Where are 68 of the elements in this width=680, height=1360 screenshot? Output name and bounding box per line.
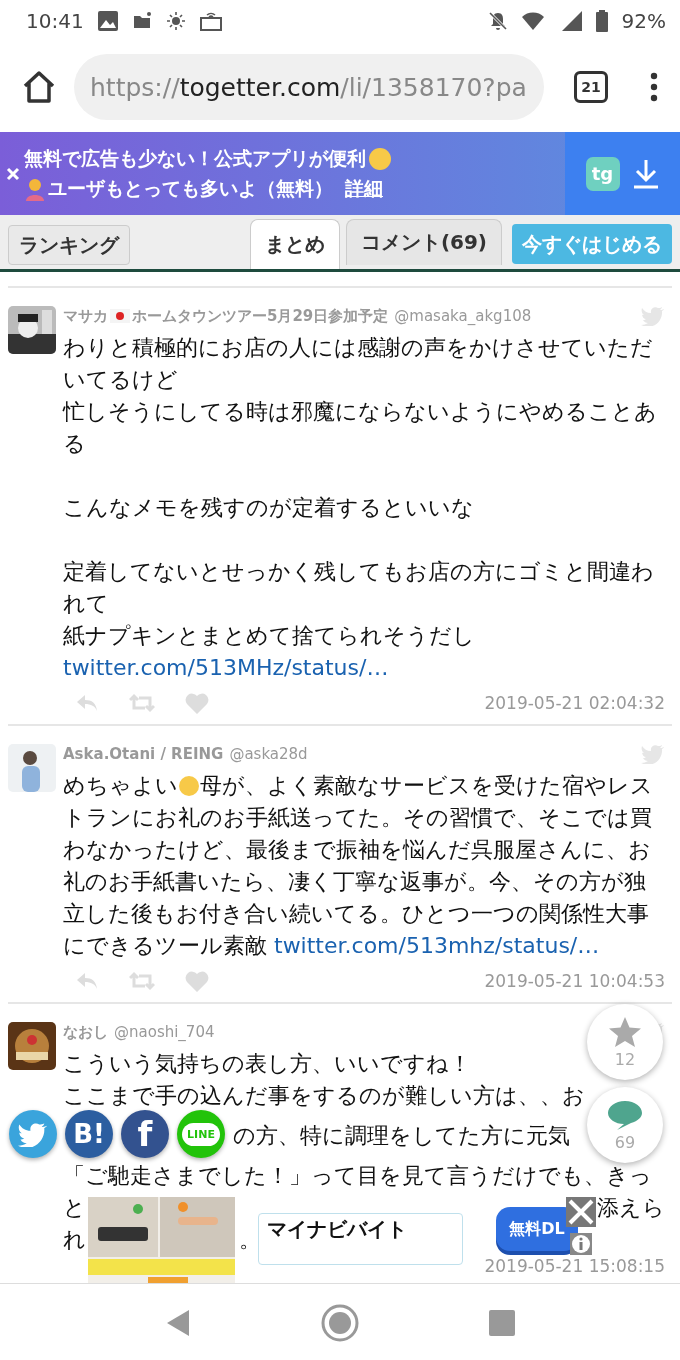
battery-icon: [595, 10, 608, 32]
bell-off-icon: [487, 11, 508, 31]
tweet-link[interactable]: twitter.com/513MHz/status/…: [63, 655, 389, 680]
close-icon[interactable]: [566, 1197, 596, 1227]
recents-icon[interactable]: [489, 1309, 515, 1336]
ranking-button[interactable]: ランキング: [8, 225, 130, 265]
back-icon[interactable]: [165, 1307, 191, 1338]
star-count-button[interactable]: 12: [587, 1004, 663, 1080]
info-icon[interactable]: [570, 1233, 592, 1255]
line-share-button[interactable]: LINE: [177, 1110, 225, 1158]
tweet-link[interactable]: twitter.com/513mhz/status/…: [274, 933, 600, 958]
timestamp: 2019-05-21 02:04:32: [484, 693, 665, 713]
signal-icon: [561, 11, 582, 31]
banner-text: ユーザもとっても多いよ（無料）: [48, 175, 333, 201]
tab[interactable]: まとめ: [249, 219, 340, 269]
bird-icon: [641, 306, 665, 326]
app-banner[interactable]: 無料で広告も少ない！公式アプリが便利 ユーザもとっても多いよ（無料） 詳細 tg: [0, 132, 680, 215]
twitter-share-button[interactable]: [9, 1110, 57, 1158]
banner-text: 無料で広告も少ない！公式アプリが便利: [24, 145, 366, 171]
url-field[interactable]: https://togetter.com/li/1358170?pa: [74, 54, 544, 120]
tweet-text: れ: [63, 1226, 86, 1254]
bird-icon: [18, 1121, 48, 1147]
tweet-text: 定着してないとせっかく残してもお店の方にゴミと間違われて: [63, 558, 655, 618]
folder-icon: [131, 11, 152, 31]
battery-percent: 92%: [621, 9, 666, 33]
tweet-text: めちゃよい 母が、よく素敵なサービスを受けた宿やレストランにお礼のお手紙送ってた。その習慣で、そこでは買わなかったけど、最後まで振袖を悩んだ呉服屋さんに、お礼のお手紙書いたら、凄く丁寧な返事が。今、その方が独立した後もお付き合い続いてる。ひとつ一つの関係性大事にできるツール素敵 twitter.com/513mhz/status/…: [63, 772, 654, 960]
details-link[interactable]: 詳細: [345, 175, 383, 202]
tweet-text: 紙ナプキンとまとめて捨てられそうだし: [63, 622, 476, 650]
app-logo: tg: [585, 156, 620, 191]
emoji-icon: [178, 775, 200, 797]
tweet-text: ここまで手の込んだ事をするのが難しい方は、、お: [63, 1082, 585, 1110]
tweet-text: 添えら: [597, 1194, 665, 1222]
bird-icon: [641, 744, 665, 764]
sun-icon: [165, 11, 186, 31]
home-icon[interactable]: [22, 71, 56, 103]
screen-icon: [199, 11, 222, 31]
flag-icon: [110, 309, 130, 323]
tab-count-button[interactable]: 21: [574, 71, 608, 103]
author-handle: @naoshi_704: [114, 1023, 215, 1041]
speech-bubble-icon: [607, 1098, 643, 1131]
timestamp: 2019-05-21 10:04:53: [484, 971, 665, 991]
tweet-text: こういう気持ちの表し方、いいですね！: [63, 1050, 471, 1078]
author-handle: @masaka_akg108: [394, 307, 532, 325]
bookmark-share-button[interactable]: B!: [65, 1110, 113, 1158]
author-name[interactable]: なおし: [63, 1022, 108, 1042]
comment-count-button[interactable]: 69: [587, 1087, 663, 1163]
tweet-text: 。: [239, 1226, 261, 1254]
person-icon: [24, 176, 46, 201]
tweet-text: こんなメモを残すのが定着するといいな: [63, 494, 475, 522]
author-handle: @aska28d: [229, 745, 308, 763]
home-button-icon[interactable]: [321, 1303, 359, 1342]
author-name[interactable]: Aska.Otani / REING: [63, 745, 224, 763]
timestamp: 2019-05-21 15:08:15: [484, 1256, 665, 1276]
tweet-text: 「ご馳走さまでした！」って目を見て言うだけでも、きっ: [63, 1162, 652, 1190]
image-icon: [97, 11, 118, 31]
close-icon[interactable]: [6, 166, 20, 181]
author-name[interactable]: マサカ ホームタウンツアー5月29日参加予定: [63, 306, 389, 326]
star-icon: [608, 1015, 642, 1048]
download-icon[interactable]: [631, 158, 660, 189]
tweet-text: わりと積極的にお店の人には感謝の声をかけさせていただいてるけど: [63, 334, 654, 394]
clock: 10:41: [26, 9, 84, 33]
ad-title: マイナビバイト: [258, 1213, 463, 1265]
tweet-text: と: [63, 1194, 86, 1222]
tweet-text: 忙しそうにしてる時は邪魔にならないようにやめることある: [63, 398, 658, 458]
tab[interactable]: コメント(69): [345, 219, 502, 265]
tweet-text: の方、特に調理をしてた方に元気: [233, 1122, 570, 1150]
facebook-share-button[interactable]: f: [121, 1110, 169, 1158]
emoji-icon: [368, 146, 392, 171]
